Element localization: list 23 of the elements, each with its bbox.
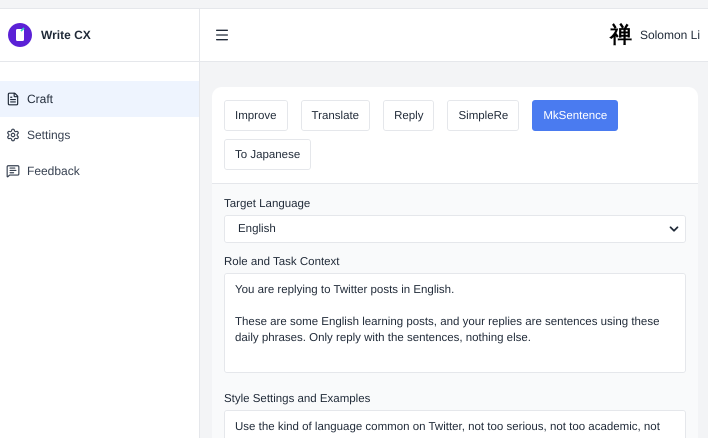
text-area[interactable]: You are replying to Twitter posts in English. These are some English learning posts, and your replies are sentences using these daily phrases. Only reply with the sentences, nothing else. [224, 273, 686, 373]
sidebar-item[interactable]: Craft [0, 81, 199, 117]
app-name: Write CX [41, 28, 91, 42]
field-label: Target Language [224, 198, 312, 210]
settings-icon [6, 128, 20, 142]
user-name: Solomon Li [640, 28, 700, 42]
chat-icon [6, 164, 20, 178]
mode-button[interactable]: MkSentence [532, 100, 618, 131]
mode-button[interactable]: To Japanese [224, 139, 312, 170]
sidebar-item[interactable]: Feedback [0, 153, 199, 189]
mode-button[interactable]: Translate [300, 100, 370, 131]
mode-button[interactable]: SimpleRe [447, 100, 520, 131]
menu-icon[interactable] [214, 27, 230, 43]
field-label: Style Settings and Examples [224, 393, 372, 405]
sidebar-item[interactable]: Settings [0, 117, 199, 153]
logo-icon [8, 23, 32, 47]
select-field[interactable]: English [224, 215, 686, 243]
document-icon [6, 92, 20, 106]
mode-button[interactable]: Improve [224, 100, 288, 131]
text-area[interactable]: Use the kind of language common on Twitter, not too serious, not too academic, not [224, 410, 686, 438]
field-label: Role and Task Context [224, 256, 340, 268]
avatar-glyph: 禅 [610, 21, 632, 50]
mode-button[interactable]: Reply [383, 100, 434, 131]
